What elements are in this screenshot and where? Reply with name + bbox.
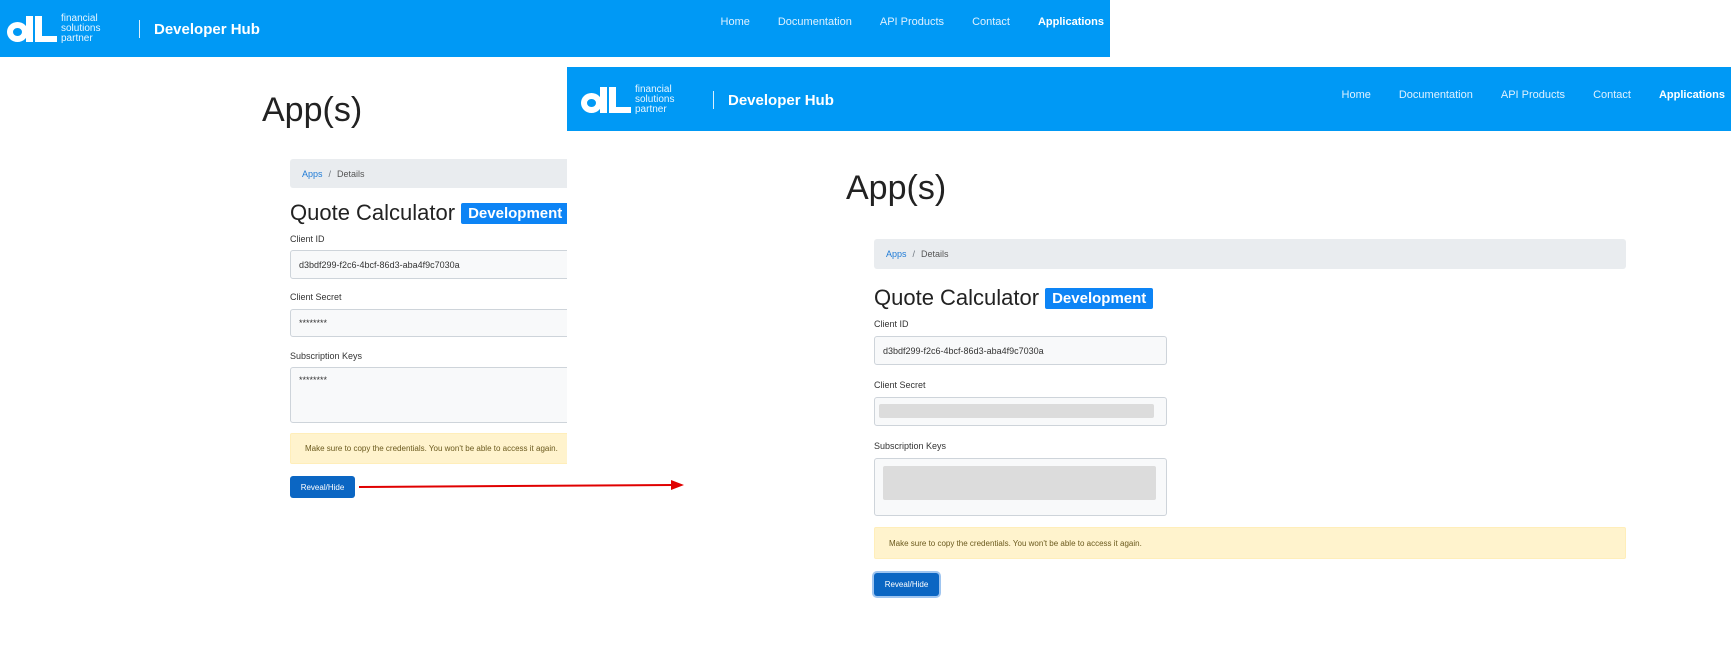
nav-applications[interactable]: Applications	[1659, 89, 1725, 101]
breadcrumb-apps-link[interactable]: Apps	[302, 169, 323, 179]
dll-logo	[581, 87, 631, 113]
breadcrumb-current: Details	[921, 249, 949, 259]
breadcrumb: Apps / Details	[874, 239, 1626, 269]
app-name: Quote Calculator	[874, 285, 1040, 310]
nav-contact[interactable]: Contact	[1593, 89, 1631, 101]
main-nav: Home Documentation API Products Contact …	[693, 16, 1104, 28]
brand-divider	[139, 20, 140, 38]
nav-documentation[interactable]: Documentation	[778, 16, 852, 28]
reveal-hide-button[interactable]: Reveal/Hide	[290, 476, 355, 498]
client-id-label: Client ID	[290, 234, 325, 244]
top-navbar: financial solutions partner Developer Hu…	[0, 0, 1110, 57]
client-secret-label: Client Secret	[874, 380, 926, 390]
breadcrumb-apps-link[interactable]: Apps	[886, 249, 907, 259]
client-secret-field[interactable]: ********	[290, 309, 590, 337]
top-navbar: financial solutions partner Developer Hu…	[567, 67, 1731, 131]
client-secret-label: Client Secret	[290, 292, 342, 302]
client-id-label: Client ID	[874, 319, 909, 329]
breadcrumb-separator: /	[328, 168, 332, 179]
nav-home[interactable]: Home	[721, 16, 750, 28]
page-title: App(s)	[846, 169, 947, 207]
breadcrumb-current: Details	[337, 168, 365, 179]
nav-api-products[interactable]: API Products	[1501, 89, 1565, 101]
breadcrumb-separator: /	[912, 249, 916, 259]
brand[interactable]: financial solutions partner Developer Hu…	[7, 14, 260, 44]
nav-documentation[interactable]: Documentation	[1399, 89, 1473, 101]
environment-badge: Development	[461, 202, 570, 224]
environment-badge: Development	[1045, 287, 1154, 309]
client-secret-redaction	[879, 404, 1154, 418]
dll-logo	[7, 16, 57, 42]
subscription-keys-label: Subscription Keys	[874, 441, 947, 451]
app-name: Quote Calculator	[290, 200, 456, 225]
subscription-keys-field[interactable]: ********	[290, 367, 590, 423]
app-heading: Quote Calculator Development	[290, 200, 570, 226]
reveal-hide-button[interactable]: Reveal/Hide	[874, 573, 939, 596]
client-id-field[interactable]: d3bdf299-f2c6-4bcf-86d3-aba4f9c7030a	[874, 336, 1167, 365]
brand[interactable]: financial solutions partner Developer Hu…	[581, 85, 834, 115]
app-heading: Quote Calculator Development	[874, 285, 1154, 311]
brand-title: Developer Hub	[154, 20, 260, 38]
screenshot-after: financial solutions partner Developer Hu…	[567, 67, 1731, 662]
brand-divider	[713, 91, 714, 109]
nav-home[interactable]: Home	[1342, 89, 1371, 101]
nav-applications[interactable]: Applications	[1038, 16, 1104, 28]
credentials-warning: Make sure to copy the credentials. You w…	[874, 527, 1626, 559]
logo-tagline: financial solutions partner	[61, 13, 101, 44]
brand-title: Developer Hub	[728, 91, 834, 109]
subscription-keys-redaction	[883, 466, 1156, 500]
main-nav: Home Documentation API Products Contact …	[1314, 89, 1725, 101]
breadcrumb: Apps / Details	[290, 159, 590, 188]
nav-contact[interactable]: Contact	[972, 16, 1010, 28]
nav-api-products[interactable]: API Products	[880, 16, 944, 28]
page-title: App(s)	[262, 91, 363, 129]
subscription-keys-label: Subscription Keys	[290, 351, 363, 361]
client-id-field[interactable]: d3bdf299-f2c6-4bcf-86d3-aba4f9c7030a	[290, 250, 590, 279]
credentials-warning: Make sure to copy the credentials. You w…	[290, 433, 590, 464]
logo-tagline: financial solutions partner	[635, 84, 675, 115]
